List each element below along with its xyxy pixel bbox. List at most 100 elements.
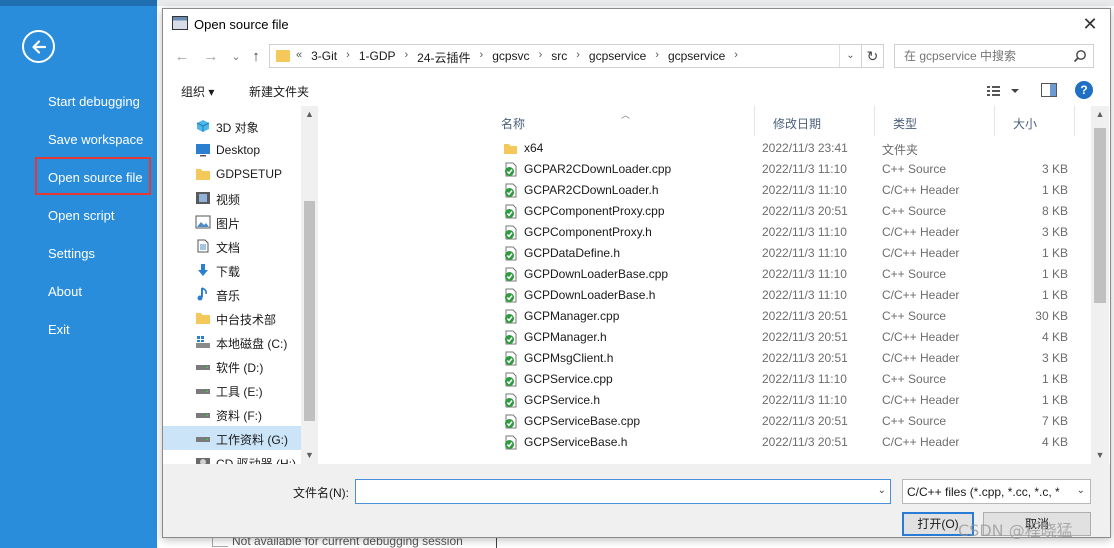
column-header-size[interactable]: 大小 <box>995 106 1075 136</box>
start-debugging-item[interactable]: Start debugging <box>48 94 140 109</box>
file-date: 2022/11/3 20:51 <box>762 330 848 344</box>
chevron-down-icon[interactable]: ⌄ <box>878 485 886 496</box>
nav-item-drive-e[interactable]: 工具 (E:) <box>163 378 301 402</box>
exit-item[interactable]: Exit <box>48 322 70 337</box>
file-name: GCPServiceBase.cpp <box>524 414 641 428</box>
nav-item-videos[interactable]: 视频 <box>163 186 301 210</box>
search-input[interactable] <box>896 46 1068 66</box>
table-row[interactable]: x64 2022/11/3 23:41 文件夹 <box>323 138 1091 159</box>
settings-item[interactable]: Settings <box>48 246 95 261</box>
forward-nav-icon[interactable]: → <box>201 47 221 67</box>
dialog-titlebar: Open source file ✕ <box>163 9 1110 39</box>
nav-item-pictures[interactable]: 图片 <box>163 210 301 234</box>
toolbar: 组织 ▾ 新建文件夹 ? <box>163 75 1110 105</box>
open-script-item[interactable]: Open script <box>48 208 114 223</box>
nav-item-drive-g[interactable]: 工作资料 (G:) <box>163 426 301 450</box>
recent-locations-icon[interactable]: ⌄ <box>226 47 246 67</box>
up-folder-icon[interactable]: ↑ <box>246 47 266 67</box>
nav-scrollbar[interactable]: ▲ ▼ <box>301 106 318 464</box>
nav-item-cd-drive[interactable]: CD 驱动器 (H:) <box>163 450 301 464</box>
column-header-date[interactable]: 修改日期 <box>755 106 875 136</box>
table-row[interactable]: GCPComponentProxy.cpp 2022/11/3 20:51 C++ … <box>323 201 1091 222</box>
scroll-down-icon[interactable]: ▼ <box>1091 447 1109 464</box>
address-bar[interactable]: « 3-Git › 1-GDP › 24-云插件 › gcpsvc › src › gcp… <box>269 44 862 68</box>
preview-pane-icon[interactable] <box>1041 83 1057 97</box>
file-size: 1 KB <box>1041 393 1068 407</box>
table-row[interactable]: GCPAR2CDownLoader.cpp 2022/11/3 11:10 C++ … <box>323 159 1091 180</box>
breadcrumb-item[interactable]: gcpservice <box>581 49 654 66</box>
table-row[interactable]: GCPServiceBase.h 2022/11/3 20:51 C/C++ Hea… <box>323 432 1091 453</box>
breadcrumb-item[interactable]: src <box>543 49 575 66</box>
header-file-icon <box>505 225 517 240</box>
back-arrow-icon[interactable] <box>22 30 55 63</box>
filename-input[interactable] <box>356 480 866 503</box>
drive-icon <box>196 389 210 394</box>
nav-item-gdpsetup[interactable]: GDPSETUP <box>163 162 301 186</box>
table-row[interactable]: GCPDownLoaderBase.cpp 2022/11/3 11:10 C++ … <box>323 264 1091 285</box>
open-source-file-item[interactable]: Open source file <box>48 170 143 185</box>
scroll-up-icon[interactable]: ▲ <box>1091 106 1109 123</box>
scroll-thumb[interactable] <box>304 201 315 421</box>
file-name: GCPAR2CDownLoader.h <box>524 183 659 197</box>
nav-item-3d-objects[interactable]: 3D 对象 <box>163 114 301 138</box>
scroll-down-icon[interactable]: ▼ <box>301 447 318 464</box>
search-box[interactable] <box>894 44 1094 68</box>
file-type: C++ Source <box>882 309 947 323</box>
table-row[interactable]: GCPDownLoaderBase.h 2022/11/3 11:10 C/C++ … <box>323 285 1091 306</box>
table-row[interactable]: GCPManager.h 2022/11/3 20:51 C/C++ Header 4… <box>323 327 1091 348</box>
nav-item-tech-dept[interactable]: 中台技术部 <box>163 306 301 330</box>
breadcrumb-item[interactable]: gcpsvc <box>484 49 537 66</box>
scroll-up-icon[interactable]: ▲ <box>301 106 318 123</box>
cpp-file-icon <box>505 267 517 282</box>
save-workspace-item[interactable]: Save workspace <box>48 132 143 147</box>
nav-item-drive-f[interactable]: 资料 (F:) <box>163 402 301 426</box>
filename-combobox[interactable]: ⌄ <box>355 479 891 504</box>
breadcrumb-item[interactable]: 1-GDP <box>351 49 404 66</box>
nav-item-music[interactable]: 音乐 <box>163 282 301 306</box>
table-row[interactable]: GCPService.cpp 2022/11/3 11:10 C++ Source 1… <box>323 369 1091 390</box>
nav-item-drive-c[interactable]: 本地磁盘 (C:) <box>163 330 301 354</box>
file-size: 3 KB <box>1041 351 1068 365</box>
breadcrumb-item[interactable]: 24-云插件 <box>409 49 478 66</box>
file-type-filter[interactable]: C/C++ files (*.cpp, *.cc, *.c, * ⌄ <box>902 479 1091 504</box>
file-size: 1 KB <box>1041 183 1068 197</box>
file-list-scrollbar[interactable]: ▲ ▼ <box>1091 106 1109 464</box>
nav-item-downloads[interactable]: 下载 <box>163 258 301 282</box>
breadcrumb-item[interactable]: 3-Git <box>303 49 345 66</box>
close-icon[interactable]: ✕ <box>1078 13 1102 35</box>
chevron-down-icon[interactable]: ⌄ <box>839 45 861 67</box>
table-row[interactable]: GCPAR2CDownLoader.h 2022/11/3 11:10 C/C++ … <box>323 180 1091 201</box>
table-row[interactable]: GCPServiceBase.cpp 2022/11/3 20:51 C++ Sou… <box>323 411 1091 432</box>
table-row[interactable]: GCPService.h 2022/11/3 11:10 C/C++ Header 1… <box>323 390 1091 411</box>
help-icon[interactable]: ? <box>1075 81 1093 99</box>
back-nav-icon[interactable]: ← <box>172 47 192 67</box>
table-row[interactable]: GCPDataDefine.h 2022/11/3 11:10 C/C++ Head… <box>323 243 1091 264</box>
search-icon[interactable] <box>1073 49 1087 63</box>
column-header-name[interactable]: 名称 <box>483 106 755 136</box>
nav-item-desktop[interactable]: Desktop <box>163 138 301 162</box>
drive-icon <box>196 365 210 370</box>
table-row[interactable]: GCPMsgClient.h 2022/11/3 20:51 C/C++ Heade… <box>323 348 1091 369</box>
new-folder-button[interactable]: 新建文件夹 <box>249 83 309 100</box>
table-row[interactable]: GCPComponentProxy.h 2022/11/3 11:10 C/C++ … <box>323 222 1091 243</box>
table-row[interactable]: GCPManager.cpp 2022/11/3 20:51 C++ Source 3… <box>323 306 1091 327</box>
breadcrumb-overflow-icon[interactable]: « <box>296 49 303 66</box>
watermark: CSDN @程晓猛 <box>958 521 1073 540</box>
cd-drive-icon <box>196 458 210 464</box>
view-options-icon[interactable] <box>985 83 1021 99</box>
refresh-icon[interactable]: ↻ <box>862 44 884 68</box>
chevron-right-icon[interactable]: › <box>733 49 739 66</box>
breadcrumb-item[interactable]: gcpservice <box>660 49 733 66</box>
organize-menu[interactable]: 组织 ▾ <box>181 83 214 100</box>
nav-item-drive-d[interactable]: 软件 (D:) <box>163 354 301 378</box>
column-header-type[interactable]: 类型 <box>875 106 995 136</box>
scroll-thumb[interactable] <box>1094 128 1106 303</box>
nav-item-documents[interactable]: 文档 <box>163 234 301 258</box>
chevron-down-icon[interactable]: ⌄ <box>1077 485 1085 496</box>
nav-label: 音乐 <box>216 289 241 303</box>
column-headers: 名称 ︿ 修改日期 类型 大小 <box>323 106 1091 136</box>
cpp-file-icon <box>505 162 517 177</box>
about-item[interactable]: About <box>48 284 82 299</box>
nav-label: 工具 (E:) <box>216 385 263 399</box>
header-file-icon <box>505 393 517 408</box>
